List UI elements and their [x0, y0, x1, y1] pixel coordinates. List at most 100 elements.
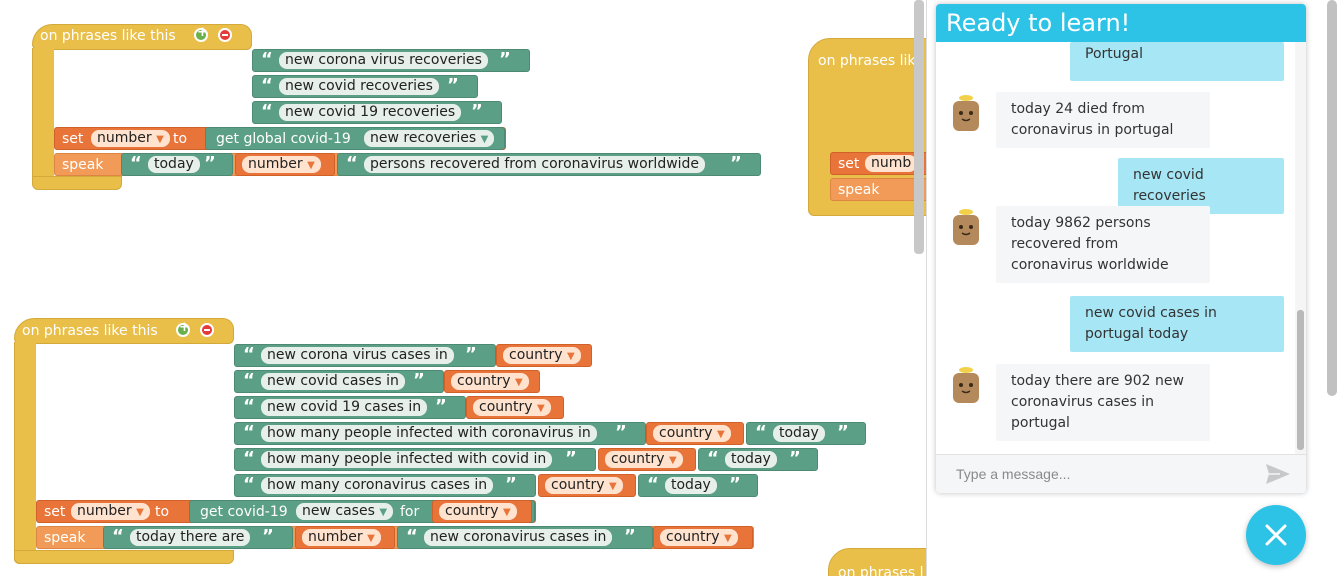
speak-text[interactable]: new coronavirus cases in [424, 529, 613, 546]
hat-block-foot [32, 176, 122, 190]
example-text[interactable]: new covid 19 cases in [261, 399, 428, 416]
variable-block[interactable]: country ▼ [496, 344, 592, 367]
add-example-icon[interactable] [194, 25, 208, 42]
bot-avatar-icon [953, 209, 979, 245]
text-block[interactable]: “ how many people infected with covid in… [234, 448, 596, 471]
set-label: set [62, 131, 84, 147]
variable-dropdown[interactable]: country ▼ [545, 477, 623, 494]
user-message: Portugal [1070, 42, 1284, 81]
variable-dropdown[interactable]: number ▼ [302, 529, 381, 546]
text-block[interactable]: “ new covid cases in ” [234, 370, 444, 393]
variable-block[interactable]: country ▼ [466, 396, 564, 419]
example-label: example [152, 348, 213, 364]
hat-label: on phrases like this [22, 323, 158, 339]
speak-block[interactable]: speak “ today there are ” number ▼ “ new… [36, 526, 754, 549]
text-block[interactable]: “ new covid recoveries ” [252, 75, 478, 98]
text-block[interactable]: “ today ” [746, 422, 866, 445]
metric-dropdown[interactable]: new cases ▼ [296, 503, 394, 520]
text-block[interactable]: “ new covid 19 recoveries ” [252, 101, 502, 124]
for-label: for [400, 504, 420, 520]
workspace-scrollbar-thumb[interactable] [914, 0, 924, 254]
variable-block[interactable]: country ▼ [598, 448, 696, 471]
text-block[interactable]: “ new corona virus cases in ” [234, 344, 496, 367]
example-text[interactable]: how many people infected with covid in [261, 451, 553, 468]
close-chat-button[interactable] [1246, 505, 1306, 565]
variable-block[interactable]: country ▼ [653, 526, 753, 549]
speak-block[interactable]: speak “ today ” number ▼ “ persons recov… [54, 153, 761, 176]
blocks-workspace[interactable]: on phrases like this example “ new coron… [0, 0, 926, 576]
hat-label: on phrases l [838, 565, 924, 576]
set-variable-block[interactable]: set numb [830, 152, 926, 175]
text-block[interactable]: “ how many coronavirus cases in ” [234, 474, 536, 497]
page-scrollbar-thumb[interactable] [1327, 0, 1337, 396]
variable-dropdown[interactable]: number ▼ [242, 156, 321, 173]
variable-dropdown[interactable]: country ▼ [605, 451, 683, 468]
variable-dropdown[interactable]: country ▼ [660, 529, 738, 546]
variable-block[interactable]: number ▼ [235, 153, 335, 176]
remove-example-icon[interactable] [200, 323, 214, 337]
panel-divider [926, 0, 927, 576]
example-text[interactable]: new covid cases in [261, 373, 405, 390]
text-block[interactable]: “ new corona virus recoveries ” [252, 49, 530, 72]
example-text[interactable]: new corona virus cases in [261, 347, 454, 364]
speak-label: speak [62, 157, 104, 173]
variable-block[interactable]: country ▼ [646, 422, 744, 445]
example-label: example [170, 53, 231, 69]
example-text[interactable]: how many people infected with coronaviru… [261, 425, 597, 442]
example-label: example [152, 452, 213, 468]
text-block[interactable]: “ new coronavirus cases in ” [397, 526, 653, 549]
set-variable-block[interactable]: set number ▼ to get global covid-19 new … [54, 127, 506, 150]
set-variable-block[interactable]: set number ▼ to get covid-19 new cases ▼… [36, 500, 536, 523]
example-tail-text[interactable]: today [665, 477, 717, 494]
hat-block-foot [14, 550, 234, 564]
get-data-block[interactable]: get covid-19 new cases ▼ for country ▼ [189, 500, 535, 523]
speak-text[interactable]: persons recovered from coronavirus world… [364, 156, 706, 173]
speak-text[interactable]: today there are [130, 529, 251, 546]
speak-text[interactable]: today [148, 156, 200, 173]
hat-label: on phrases like this [818, 53, 926, 69]
text-block[interactable]: “ how many people infected with coronavi… [234, 422, 646, 445]
add-example-icon[interactable] [176, 320, 190, 337]
text-block[interactable]: “ today there are ” [103, 526, 293, 549]
variable-block[interactable]: number ▼ [295, 526, 395, 549]
variable-dropdown[interactable]: numb [865, 155, 918, 172]
variable-dropdown[interactable]: number ▼ [91, 130, 170, 147]
variable-dropdown[interactable]: country ▼ [653, 425, 731, 442]
variable-dropdown[interactable]: country ▼ [503, 347, 581, 364]
text-block[interactable]: “ new covid 19 cases in ” [234, 396, 466, 419]
example-label: example [152, 400, 213, 416]
bot-message: today there are 902 new coronavirus case… [996, 364, 1210, 441]
chat-messages[interactable]: Portugal today 24 died from coronavirus … [936, 42, 1306, 454]
hat-label: on phrases like this [40, 28, 176, 44]
example-text[interactable]: how many coronavirus cases in [261, 477, 494, 494]
variable-block[interactable]: country ▼ [432, 500, 532, 523]
hat-block-body [32, 48, 54, 188]
send-icon[interactable] [1264, 462, 1292, 486]
close-icon [1265, 524, 1287, 546]
bot-avatar-icon [953, 367, 979, 403]
remove-example-icon[interactable] [218, 28, 232, 42]
text-block[interactable]: “ today ” [121, 153, 233, 176]
example-text[interactable]: new covid 19 recoveries [279, 104, 462, 121]
message-input[interactable] [954, 463, 1254, 485]
example-text[interactable]: new covid recoveries [279, 78, 439, 95]
variable-dropdown[interactable]: country ▼ [473, 399, 551, 416]
example-label: example [152, 426, 213, 442]
variable-block[interactable]: country ▼ [444, 370, 540, 393]
example-tail-text[interactable]: today [773, 425, 825, 442]
get-data-block[interactable]: get global covid-19 new recoveries ▼ [205, 127, 505, 150]
chat-panel: Ready to learn! Portugal today 24 died f… [936, 4, 1306, 493]
speak-block[interactable]: speak [830, 178, 926, 201]
variable-dropdown[interactable]: number ▼ [71, 503, 150, 520]
example-tail-text[interactable]: today [725, 451, 777, 468]
metric-dropdown[interactable]: new recoveries ▼ [364, 130, 495, 147]
text-block[interactable]: “ today ” [698, 448, 818, 471]
variable-dropdown[interactable]: country ▼ [439, 503, 517, 520]
example-text[interactable]: new corona virus recoveries [279, 52, 488, 69]
variable-dropdown[interactable]: country ▼ [451, 373, 529, 390]
chat-scrollbar-thumb[interactable] [1297, 310, 1304, 450]
variable-block[interactable]: country ▼ [538, 474, 636, 497]
text-block[interactable]: “ persons recovered from coronavirus wor… [337, 153, 761, 176]
speak-label: speak [838, 182, 880, 198]
text-block[interactable]: “ today ” [638, 474, 758, 497]
